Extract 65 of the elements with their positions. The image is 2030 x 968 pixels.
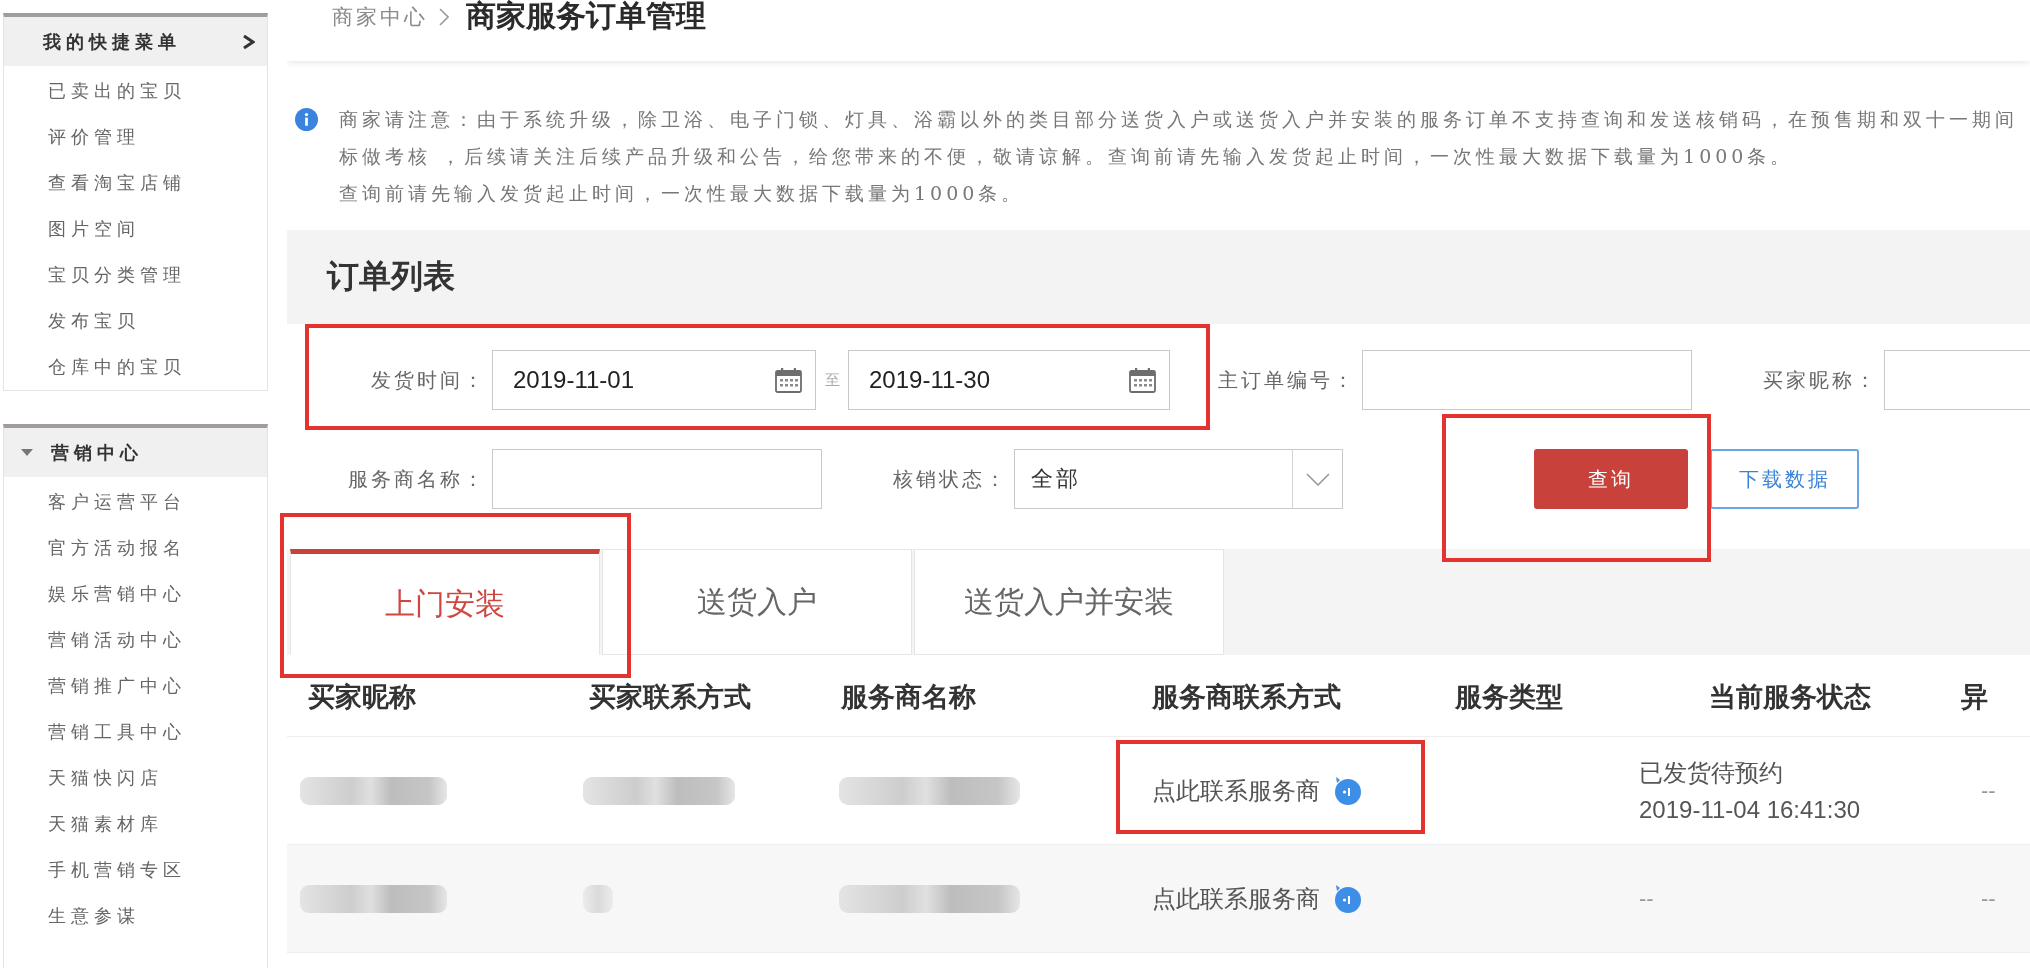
menu-item[interactable]: 发布宝贝 (4, 298, 267, 344)
caret-down-icon (21, 449, 33, 456)
menu-item[interactable]: 评价管理 (4, 114, 267, 160)
menu-item[interactable]: 已卖出的宝贝 (4, 68, 267, 114)
column-header: 服务类型 (1455, 680, 1563, 714)
menu-item[interactable]: 营销工具中心 (4, 709, 267, 755)
chevron-right-icon (439, 7, 449, 26)
info-icon (295, 108, 318, 131)
range-separator: 至 (824, 370, 840, 390)
menu-item[interactable]: 营销推广中心 (4, 663, 267, 709)
tab[interactable]: 送货入户并安装 (914, 549, 1224, 655)
menu-item[interactable]: 查看淘宝店铺 (4, 160, 267, 206)
menu-item[interactable]: 仓库中的宝贝 (4, 344, 267, 390)
column-header: 买家联系方式 (589, 680, 751, 714)
page-title: 商家服务订单管理 (466, 0, 706, 34)
menu-item[interactable]: 生意参谋 (4, 893, 267, 939)
table-cell: -- (1981, 885, 1996, 912)
field-label: 买家昵称： (1763, 366, 1878, 394)
menu-item[interactable]: 天猫素材库 (4, 801, 267, 847)
notice-text: 标做考核 ，后续请关注后续产品升级和公告，给您带来的不便，敬请谅解。查询前请先输入发货起止时间，一次性最大数据下载量为1000条。 (339, 144, 1794, 169)
table-cell: -- (1981, 777, 1996, 804)
notice-text: 查询前请先输入发货起止时间，一次性最大数据下载量为1000条。 (339, 181, 1025, 206)
column-header: 买家昵称 (308, 680, 416, 714)
section-title: 订单列表 (327, 257, 455, 296)
column-header: 服务商名称 (841, 680, 976, 714)
chat-bubble-icon[interactable] (1332, 776, 1362, 805)
chat-bubble-icon[interactable] (1332, 884, 1362, 913)
breadcrumb-link[interactable]: 商家中心 (332, 2, 428, 31)
timestamp-text: 2019-11-04 16:41:30 (1639, 794, 1861, 825)
menu-item[interactable]: 官方活动报名 (4, 525, 267, 571)
input-field[interactable] (1362, 350, 1692, 410)
menu-item[interactable]: 娱乐营销中心 (4, 571, 267, 617)
menu-item[interactable]: 天猫快闪店 (4, 755, 267, 801)
column-header: 服务商联系方式 (1152, 680, 1341, 714)
search-button[interactable]: 查询 (1534, 449, 1688, 509)
field-label: 服务商名称： (348, 465, 486, 493)
contact-link[interactable]: 点此联系服务商 (1152, 882, 1320, 915)
menu-section-header[interactable]: 我的快捷菜单 (4, 17, 267, 66)
chevron-right-icon (242, 33, 255, 50)
dropdown[interactable]: 全部 (1014, 449, 1343, 509)
menu-item[interactable]: 图片空间 (4, 206, 267, 252)
calendar-icon[interactable] (1129, 367, 1156, 393)
chevron-down-icon[interactable] (1305, 472, 1330, 486)
date-field[interactable]: 2019-11-01 (492, 350, 816, 410)
table-cell: -- (1639, 885, 1654, 912)
tab[interactable]: 上门安装 (290, 549, 600, 655)
status-text: 已发货待预约 (1639, 757, 1784, 788)
date-field[interactable]: 2019-11-30 (848, 350, 1170, 410)
column-header: 当前服务状态 (1708, 680, 1871, 714)
menu-section-header[interactable]: 营销中心 (4, 428, 267, 477)
tab[interactable]: 送货入户 (602, 549, 912, 655)
menu-item[interactable]: 营销活动中心 (4, 617, 267, 663)
field-label: 发货时间： (371, 366, 486, 394)
blurred-text (583, 884, 613, 913)
field-label: 核销状态： (893, 465, 1008, 493)
download-button[interactable]: 下载数据 (1710, 449, 1859, 509)
menu-item[interactable]: 客户运营平台 (4, 479, 267, 525)
calendar-icon[interactable] (775, 367, 802, 393)
notice-text: 商家请注意：由于系统升级，除卫浴、电子门锁、灯具、浴霸以外的类目部分送货入户或送货入户并安装的服务订单不支持查询和发送核销码，在预售期和双十一期间 (339, 107, 2018, 132)
field-label: 主订单编号： (1218, 366, 1356, 394)
column-header: 异 (1961, 680, 1988, 714)
contact-link[interactable]: 点此联系服务商 (1152, 774, 1320, 807)
input-field[interactable] (492, 449, 822, 509)
menu-item[interactable]: 宝贝分类管理 (4, 252, 267, 298)
menu-item[interactable]: 手机营销专区 (4, 847, 267, 893)
